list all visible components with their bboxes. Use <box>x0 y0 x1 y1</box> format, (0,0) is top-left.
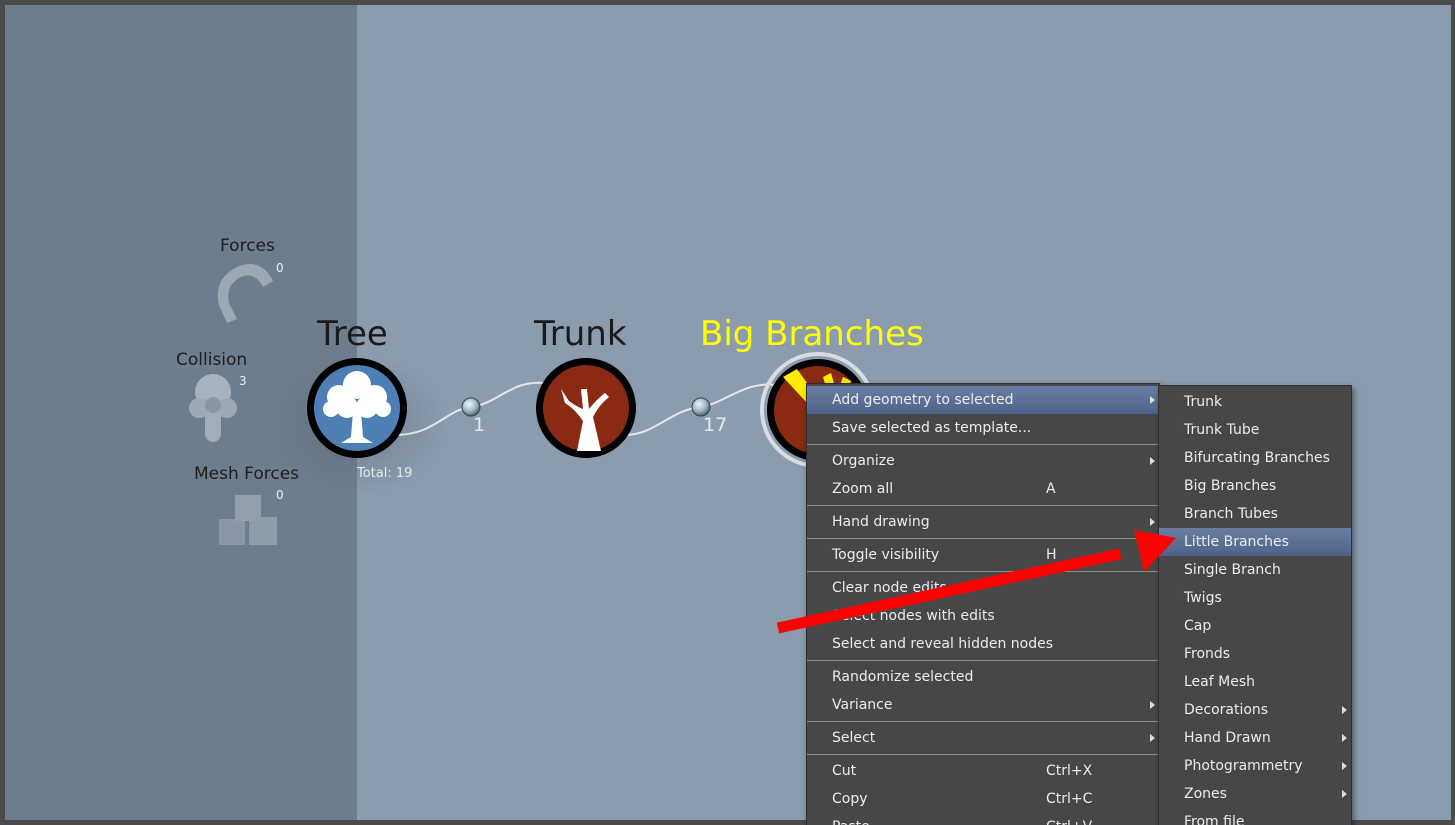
stage: Forces 0 Collision 3 Mesh Forces 0 Tree … <box>0 0 1455 825</box>
annotation-arrow-layer <box>776 530 1176 634</box>
red-arrow-icon <box>776 530 1176 634</box>
